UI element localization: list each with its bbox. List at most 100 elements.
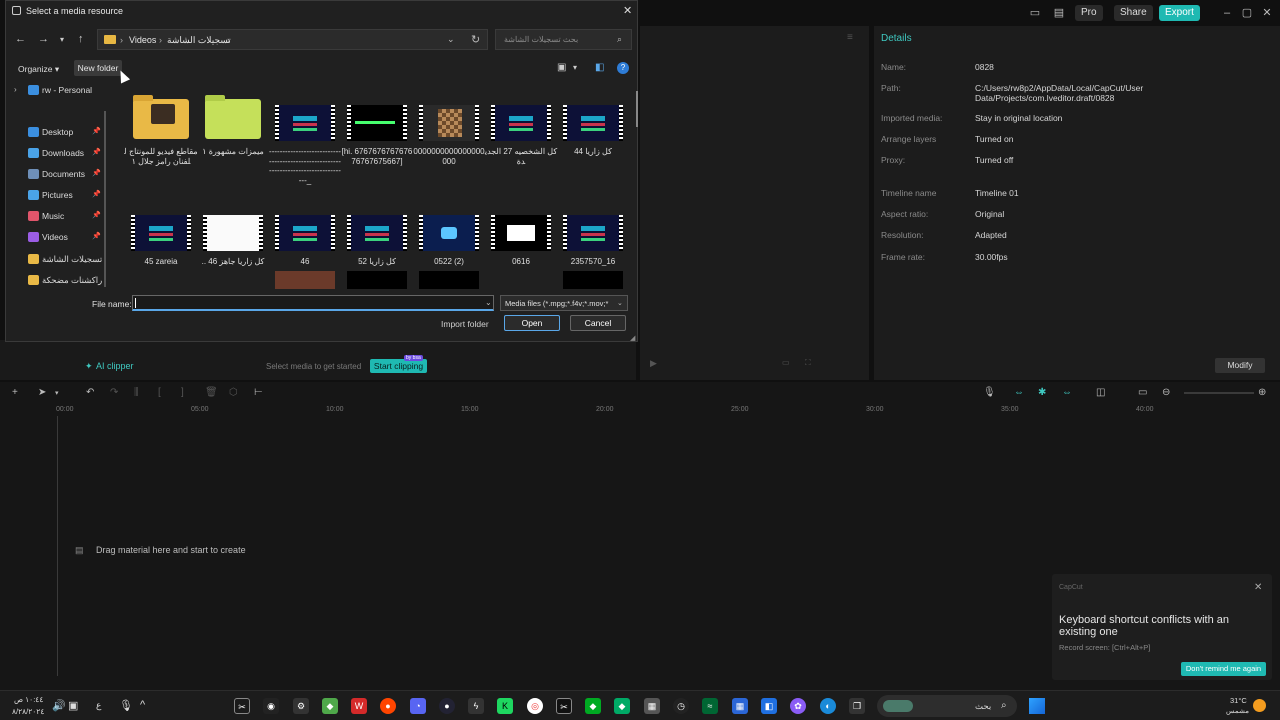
file-item[interactable]: مقاطع فيديو للمونتاج للفنان رامز جلال ١ bbox=[124, 95, 198, 195]
app-icon[interactable]: ◆ bbox=[585, 698, 601, 714]
modify-button[interactable]: Modify bbox=[1215, 358, 1265, 373]
crop-icon[interactable]: ⊢ bbox=[254, 387, 263, 398]
windows-start-icon[interactable] bbox=[1029, 698, 1045, 714]
split-icon[interactable]: ⫼ bbox=[134, 387, 139, 398]
video-thumbnail[interactable] bbox=[563, 271, 623, 289]
tray-time[interactable]: ١٠:٤٤ ص bbox=[14, 695, 43, 704]
chevron-down-icon[interactable]: ▾ bbox=[573, 63, 577, 72]
capcut-icon[interactable]: ✂ bbox=[556, 698, 572, 714]
filetype-select[interactable]: Media files (*.mpg;*.f4v;*.mov;* ⌄ bbox=[500, 295, 628, 311]
chevron-right-icon[interactable]: › bbox=[159, 35, 162, 45]
link-icon[interactable]: ⇔ bbox=[1014, 387, 1024, 398]
chevron-down-icon[interactable]: ▾ bbox=[55, 389, 59, 397]
chevron-up-icon[interactable]: ^ bbox=[140, 699, 145, 711]
dont-remind-button[interactable]: Don't remind me again bbox=[1181, 662, 1266, 676]
chrome-icon[interactable]: ◎ bbox=[527, 698, 543, 714]
file-item[interactable]: [hi. 676767676767676767675667] bbox=[340, 95, 414, 195]
select-tool-icon[interactable]: ➤ bbox=[38, 387, 46, 398]
pro-badge[interactable]: Pro bbox=[1075, 5, 1103, 21]
close-icon[interactable]: ✕ bbox=[1260, 6, 1274, 20]
up-icon[interactable]: ↑ bbox=[78, 33, 84, 45]
start-clipping-button[interactable]: Start clipping bbox=[370, 359, 427, 373]
timeline-ruler[interactable]: 00:00 05:00 10:00 15:00 20:00 25:00 30:00 35:00… bbox=[56, 404, 1280, 418]
preview-pane-icon[interactable]: ◧ bbox=[595, 62, 604, 73]
close-icon[interactable]: ✕ bbox=[1254, 582, 1262, 593]
trim-left-icon[interactable]: [ bbox=[158, 387, 161, 398]
cancel-button[interactable]: Cancel bbox=[570, 315, 626, 331]
player-menu-icon[interactable]: ≡ bbox=[847, 32, 853, 43]
shield-icon[interactable]: ⬡ bbox=[229, 387, 238, 398]
zoom-in-icon[interactable]: ⊕ bbox=[1258, 387, 1266, 398]
ai-clipper-label[interactable]: AI clipper bbox=[96, 361, 134, 371]
layout-icon[interactable]: ▭ bbox=[1028, 6, 1042, 20]
video-thumbnail[interactable] bbox=[419, 271, 479, 289]
file-item[interactable]: كل زاريا 44 bbox=[556, 95, 630, 195]
snap-icon[interactable]: ✱ bbox=[1038, 387, 1046, 398]
breadcrumb-videos[interactable]: Videos bbox=[129, 35, 156, 45]
copilot-icon[interactable]: ✿ bbox=[790, 698, 806, 714]
play-icon[interactable]: ▶ bbox=[650, 358, 657, 369]
file-item[interactable]: 0616 bbox=[484, 205, 558, 289]
forward-icon[interactable]: → bbox=[38, 33, 49, 45]
search-input[interactable]: بحث تسجيلات الشاشة ⌕ bbox=[495, 29, 632, 50]
file-item[interactable]: كل زاريا جاهز 46 .. bbox=[196, 205, 270, 289]
settings-icon[interactable]: ⚙ bbox=[293, 698, 309, 714]
kick-icon[interactable]: K bbox=[497, 698, 513, 714]
edge-icon[interactable]: ◐ bbox=[820, 698, 836, 714]
wps-icon[interactable]: W bbox=[351, 698, 367, 714]
share-button[interactable]: Share bbox=[1114, 5, 1153, 21]
chevron-right-icon[interactable]: › bbox=[14, 85, 17, 94]
address-bar[interactable]: › Videos › تسجيلات الشاشة › ⌄ ↻ bbox=[97, 29, 488, 50]
app-icon[interactable]: ● bbox=[439, 698, 455, 714]
task-view-icon[interactable]: ❐ bbox=[849, 698, 865, 714]
zoom-out-icon[interactable]: ⊖ bbox=[1162, 387, 1170, 398]
filename-input[interactable]: ⌄ bbox=[132, 295, 494, 311]
resize-grip-icon[interactable]: ◢ bbox=[630, 334, 635, 342]
file-item[interactable]: 0000000000000000000 bbox=[412, 95, 486, 195]
back-icon[interactable]: ← bbox=[15, 33, 26, 45]
app-icon[interactable]: ≈ bbox=[702, 698, 718, 714]
add-track-icon[interactable]: + bbox=[12, 387, 18, 398]
language-indicator[interactable]: ع bbox=[96, 700, 101, 711]
microphone-icon[interactable]: 🎙 bbox=[119, 699, 133, 712]
app-icon[interactable]: ◆ bbox=[614, 698, 630, 714]
import-folder-button[interactable]: Import folder bbox=[441, 319, 489, 329]
shortcuts-icon[interactable]: ▤ bbox=[1052, 6, 1066, 20]
reddit-icon[interactable]: ● bbox=[380, 698, 396, 714]
export-button[interactable]: Export bbox=[1159, 5, 1200, 21]
chevron-right-icon[interactable]: › bbox=[227, 35, 230, 45]
file-item[interactable]: كل الشخصيه 27 الجديدة bbox=[484, 95, 558, 195]
video-thumbnail[interactable] bbox=[275, 271, 335, 289]
tray-date[interactable]: ٨/٢٨/٢٠٢٤ bbox=[12, 707, 44, 716]
close-icon[interactable]: ✕ bbox=[623, 4, 632, 17]
maximize-icon[interactable]: ▢ bbox=[1240, 6, 1254, 20]
discord-icon[interactable]: ◔ bbox=[410, 698, 426, 714]
split-screen-icon[interactable]: ◫ bbox=[1096, 387, 1105, 398]
chevron-right-icon[interactable]: › bbox=[120, 35, 123, 45]
file-item[interactable]: 45 zareia bbox=[124, 205, 198, 289]
capcut-icon[interactable]: ✂ bbox=[234, 698, 250, 714]
app-icon[interactable]: ▦ bbox=[644, 698, 660, 714]
organize-button[interactable]: Organize ▾ bbox=[18, 64, 59, 75]
view-options-icon[interactable]: ▣ bbox=[557, 62, 566, 73]
bolt-icon[interactable]: ϟ bbox=[468, 698, 484, 714]
ratio-icon[interactable]: ▭ bbox=[782, 358, 790, 367]
clock-icon[interactable]: ◷ bbox=[673, 698, 689, 714]
sun-icon[interactable] bbox=[1253, 699, 1266, 712]
chevron-down-icon[interactable]: ⌄ bbox=[447, 34, 455, 45]
breadcrumb-screen-recordings[interactable]: تسجيلات الشاشة bbox=[167, 35, 231, 46]
weather-desc[interactable]: مشمس bbox=[1226, 707, 1249, 715]
file-scrollbar[interactable] bbox=[636, 91, 638, 127]
zoom-slider[interactable] bbox=[1184, 392, 1254, 394]
volume-icon[interactable]: 🔊 bbox=[52, 699, 66, 712]
delete-icon[interactable]: 🗑 bbox=[205, 387, 218, 398]
video-thumbnail[interactable] bbox=[347, 271, 407, 289]
minimize-icon[interactable]: – bbox=[1220, 6, 1234, 20]
nav-scrollbar[interactable] bbox=[104, 111, 106, 287]
recent-locations-icon[interactable]: ▾ bbox=[60, 35, 64, 44]
open-button[interactable]: Open bbox=[504, 315, 560, 331]
file-item[interactable]: ميمزات مشهورة ١ bbox=[196, 95, 270, 195]
refresh-icon[interactable]: ↻ bbox=[471, 33, 480, 46]
minecraft-icon[interactable]: ◆ bbox=[322, 698, 338, 714]
help-icon[interactable]: ? bbox=[617, 62, 629, 74]
